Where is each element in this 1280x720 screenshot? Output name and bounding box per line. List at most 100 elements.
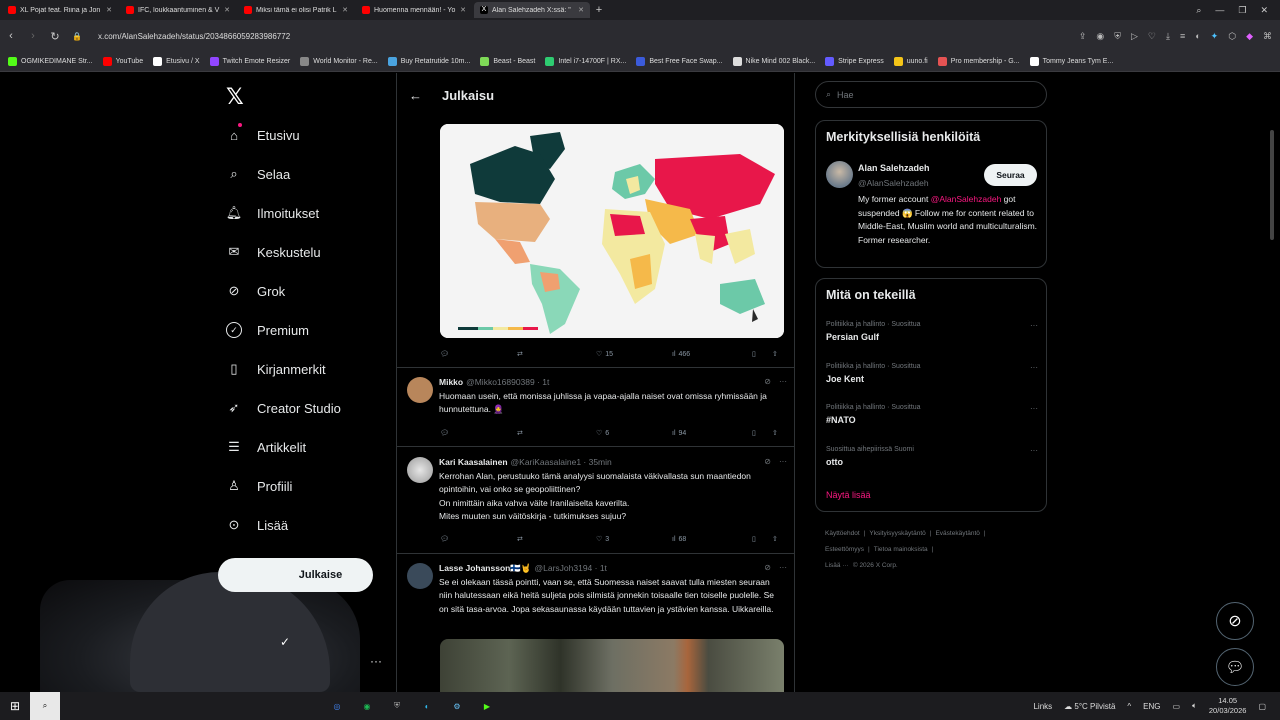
mention-link[interactable]: @AlanSalehzadeh: [931, 194, 1002, 204]
back-arrow-icon[interactable]: ←: [409, 88, 422, 103]
x-logo-icon[interactable]: 𝕏: [226, 85, 244, 110]
settings-icon[interactable]: ⬡: [1228, 31, 1236, 42]
back-icon[interactable]: ‹: [0, 30, 22, 42]
bookmark-icon[interactable]: ▯: [752, 429, 756, 437]
repost-icon[interactable]: ⇄: [517, 535, 523, 543]
start-button[interactable]: ⊞: [0, 692, 30, 720]
share-icon[interactable]: ⇧: [772, 429, 778, 437]
footer-link[interactable]: Esteettömyys: [825, 546, 864, 553]
nav-item-etusivu[interactable]: ⌂ Etusivu: [226, 120, 300, 150]
footer-link[interactable]: Evästekäytäntö: [935, 530, 979, 537]
trend-item[interactable]: Politiikka ja hallinto · Suosittua #NATO ·…: [826, 404, 1038, 425]
taskbar-app[interactable]: ▶: [472, 692, 502, 720]
taskbar-app[interactable]: ◎: [322, 692, 352, 720]
browser-tab[interactable]: IFC, loukkaantuminen & V ✕: [120, 2, 236, 18]
volume-icon[interactable]: 🔈︎: [1192, 701, 1197, 711]
nav-item-lisää[interactable]: ⊙ Lisää: [226, 510, 289, 540]
reply-author-name[interactable]: Mikko: [439, 377, 463, 387]
taskbar-app[interactable]: ◐: [412, 692, 442, 720]
nav-item-grok[interactable]: ⊘ Grok: [226, 276, 286, 306]
taskbar-app[interactable]: ◉: [352, 692, 382, 720]
bookmark-item[interactable]: World Monitor - Re...: [300, 57, 378, 66]
grok-icon[interactable]: ⊘: [764, 377, 771, 386]
footer-link[interactable]: Tietoa mainoksista: [874, 546, 928, 553]
browser-tab[interactable]: Miksi tämä ei olisi Patrik L ✕: [238, 2, 354, 18]
views-button[interactable]: ıl 94: [672, 430, 686, 437]
avatar[interactable]: [407, 377, 433, 403]
reply-handle[interactable]: @LarsJoh3194 · 1t: [535, 563, 607, 573]
minimize-icon[interactable]: —: [1215, 5, 1224, 15]
tray-chevron-icon[interactable]: ^: [1127, 702, 1131, 711]
reply-author-name[interactable]: Kari Kaasalainen: [439, 457, 508, 467]
links-toolbar[interactable]: Links: [1033, 702, 1052, 711]
nav-item-artikkelit[interactable]: ☰ Artikkelit: [226, 432, 306, 462]
nav-item-selaa[interactable]: ⌕ Selaa: [226, 159, 290, 189]
nav-item-creator-studio[interactable]: ➶ Creator Studio: [226, 393, 341, 423]
bookmark-item[interactable]: Tommy Jeans Tym E...: [1029, 57, 1113, 66]
avatar[interactable]: [826, 161, 853, 188]
like-button[interactable]: ♡ 15: [596, 350, 613, 359]
more-options-icon[interactable]: ···: [779, 457, 787, 466]
bookmark-item[interactable]: Buy Retatrutide 10m...: [387, 57, 470, 66]
search-input[interactable]: ⌕ Hae: [815, 81, 1047, 108]
browser-tab[interactable]: XL Pojat feat. Riina ja Jon ✕: [2, 2, 118, 18]
reply-photo[interactable]: [440, 639, 784, 699]
network-icon[interactable]: ▭: [1173, 702, 1181, 711]
more-options-icon[interactable]: ···: [1030, 404, 1038, 413]
bookmark-item[interactable]: Twitch Emote Resizer: [209, 57, 290, 66]
footer-link[interactable]: Yksityisyyskäytäntö: [869, 530, 925, 537]
reply-icon[interactable]: 💬︎: [440, 429, 449, 437]
post-button[interactable]: Julkaise: [218, 558, 373, 592]
forward-icon[interactable]: ›: [22, 30, 44, 42]
taskbar-search-icon[interactable]: ⌕: [30, 692, 60, 720]
search-tabs-icon[interactable]: ⌕: [1196, 5, 1201, 16]
bookmark-item[interactable]: OGMIKEDIMANE Str...: [8, 57, 93, 66]
trend-item[interactable]: Politiikka ja hallinto · Suosittua Joe Ke…: [826, 363, 1038, 384]
reply-tweet[interactable]: Lasse Johansson🇫🇮🤘 @LarsJoh3194 · 1t ⊘ ···…: [407, 563, 787, 633]
person-name[interactable]: Alan Salehzadeh: [858, 163, 930, 173]
browser-tab-active[interactable]: X Alan Salehzadeh X:ssä: " ✕: [474, 2, 590, 18]
account-menu-icon[interactable]: ···: [370, 654, 382, 668]
extension-icon[interactable]: ✦: [1211, 31, 1219, 42]
camera-icon[interactable]: ◉: [1096, 31, 1104, 42]
ai-icon[interactable]: ⌘: [1263, 31, 1272, 42]
share-icon[interactable]: ⇧: [772, 350, 778, 358]
avatar[interactable]: [407, 563, 433, 589]
browser-tab[interactable]: Huomenna mennään! - Yo ✕: [356, 2, 472, 18]
grok-icon[interactable]: ⊘: [764, 563, 771, 572]
views-button[interactable]: ıl 68: [672, 536, 686, 543]
bookmark-item[interactable]: Stripe Express: [825, 57, 884, 66]
like-button[interactable]: ♡ 3: [596, 535, 609, 544]
bookmark-item[interactable]: Nike Mind 002 Black...: [732, 57, 815, 66]
share-icon[interactable]: ⇧: [772, 535, 778, 543]
reply-icon[interactable]: 💬︎: [440, 535, 449, 543]
close-window-icon[interactable]: ✕: [1260, 5, 1268, 16]
messages-fab[interactable]: 💬︎: [1216, 648, 1254, 686]
more-options-icon[interactable]: ···: [1030, 446, 1038, 455]
profile-icon[interactable]: ◐: [1195, 31, 1200, 41]
follow-button[interactable]: Seuraa: [984, 164, 1037, 186]
scrollbar[interactable]: [1270, 130, 1274, 240]
clock[interactable]: 14.05 20/03/2026: [1209, 696, 1247, 716]
nav-item-keskustelu[interactable]: ✉ Keskustelu: [226, 237, 321, 267]
reply-handle[interactable]: @Mikko16890389 · 1t: [466, 377, 549, 387]
taskbar-app[interactable]: ⚙: [442, 692, 472, 720]
reply-icon[interactable]: 💬︎: [440, 350, 449, 358]
bookmark-icon[interactable]: ▯: [752, 535, 756, 543]
nav-item-kirjanmerkit[interactable]: ▯ Kirjanmerkit: [226, 354, 325, 384]
bookmark-icon[interactable]: ▯: [752, 350, 756, 358]
reload-icon[interactable]: ↻: [44, 30, 66, 43]
more-options-icon[interactable]: ···: [1030, 363, 1038, 372]
show-more-link[interactable]: Näytä lisää: [826, 490, 871, 500]
taskbar-app[interactable]: ⛨: [382, 692, 412, 720]
close-tab-icon[interactable]: ✕: [460, 6, 466, 14]
bookmark-item[interactable]: Best Free Face Swap...: [636, 57, 723, 66]
repost-icon[interactable]: ⇄: [517, 429, 523, 437]
reply-tweet[interactable]: Kari Kaasalainen @KariKaasalaine1 · 35min…: [407, 457, 787, 527]
bookmark-item[interactable]: YouTube: [102, 57, 143, 66]
reply-author-name[interactable]: Lasse Johansson🇫🇮🤘: [439, 563, 532, 573]
grok-fab[interactable]: ⊘: [1216, 602, 1254, 640]
heart-icon[interactable]: ♡: [1148, 31, 1156, 42]
bookmark-item[interactable]: Etusivu / X: [153, 57, 200, 66]
notifications-icon[interactable]: ▢: [1258, 702, 1266, 711]
